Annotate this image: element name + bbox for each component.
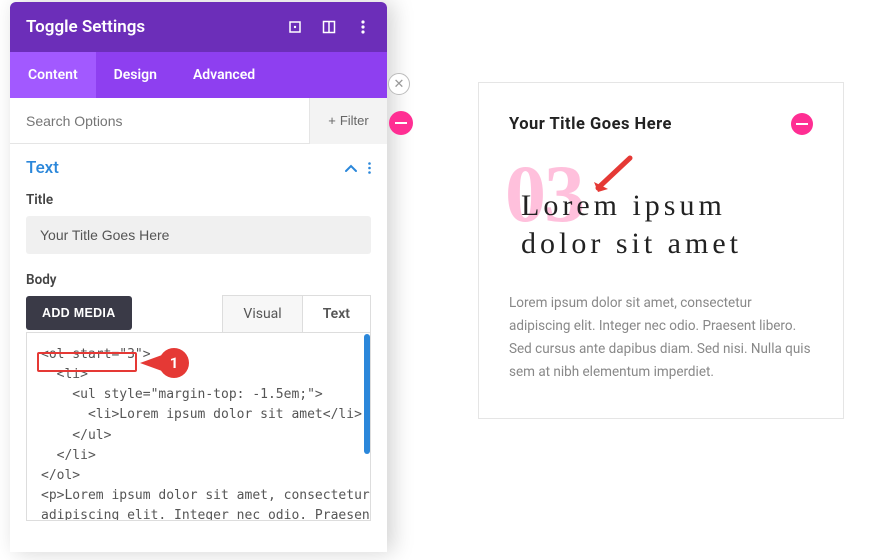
preview-paragraph: Lorem ipsum dolor sit amet, consectetur … — [509, 292, 813, 384]
search-input[interactable] — [10, 113, 309, 129]
plus-icon: + — [328, 113, 336, 128]
preview-title: Your Title Goes Here — [509, 115, 672, 134]
preview-body: 03 Lorem ipsum dolor sit amet Lorem ipsu… — [509, 157, 813, 384]
add-media-button[interactable]: ADD MEDIA — [26, 296, 132, 330]
panel-title: Toggle Settings — [26, 17, 287, 37]
title-input[interactable] — [26, 216, 371, 254]
chevron-up-icon[interactable] — [344, 159, 358, 178]
tab-design[interactable]: Design — [96, 52, 175, 98]
minus-badge-icon[interactable] — [389, 111, 413, 135]
tab-advanced[interactable]: Advanced — [175, 52, 273, 98]
title-label: Title — [26, 192, 371, 208]
close-icon[interactable]: ✕ — [388, 73, 410, 95]
main-tabs: Content Design Advanced — [10, 52, 387, 98]
tab-content[interactable]: Content — [10, 52, 96, 98]
section-header: Text — [26, 158, 371, 178]
search-row: + Filter — [10, 98, 387, 144]
layout-icon[interactable] — [321, 19, 337, 35]
code-textarea[interactable] — [26, 333, 371, 521]
scrollbar-thumb[interactable] — [364, 334, 370, 454]
collapse-toggle-icon[interactable] — [791, 113, 813, 135]
tab-visual[interactable]: Visual — [222, 295, 302, 332]
preview-heading: Lorem ipsum dolor sit amet — [509, 157, 813, 262]
kebab-menu-icon[interactable] — [368, 159, 371, 178]
kebab-menu-icon[interactable] — [355, 19, 371, 35]
preview-card: Your Title Goes Here 03 Lorem ipsum dolo… — [478, 82, 844, 419]
panel-header: Toggle Settings — [10, 2, 387, 52]
filter-label: Filter — [340, 113, 369, 128]
settings-panel: Toggle Settings Content Design Advanced … — [10, 2, 387, 552]
preview-header: Your Title Goes Here — [509, 113, 813, 135]
filter-button[interactable]: + Filter — [309, 98, 387, 144]
section-controls — [344, 159, 371, 178]
section-title: Text — [26, 158, 59, 178]
header-icon-group — [287, 19, 371, 35]
section-text: Text Title Body ADD MEDIA Visual Text — [10, 144, 387, 525]
editor-wrap — [26, 333, 371, 525]
body-label: Body — [26, 272, 371, 288]
expand-icon[interactable] — [287, 19, 303, 35]
tab-text[interactable]: Text — [302, 295, 371, 332]
